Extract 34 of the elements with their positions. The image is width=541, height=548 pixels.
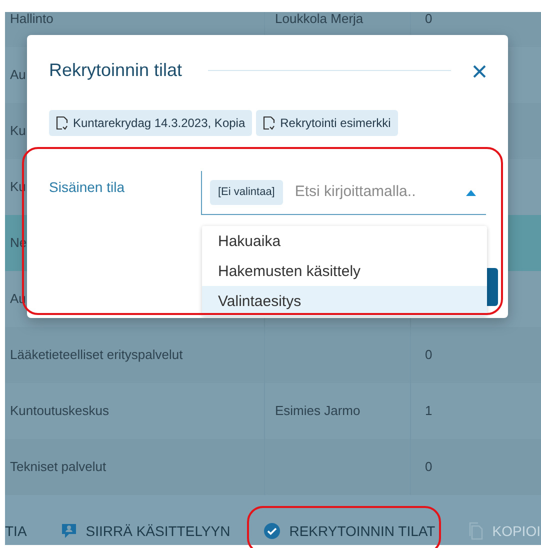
table-cell-text: Ku [10, 122, 26, 140]
tag-chip: Rekrytointi esimerkki [256, 110, 398, 136]
table-cell: Loukkola Merja [275, 12, 364, 26]
table-cell: Hallinto [10, 12, 54, 26]
copy-icon [468, 522, 484, 540]
table-cell-text: Esimies Jarmo [275, 402, 360, 420]
table-cell-text: 0 [425, 346, 432, 364]
toolbar-button[interactable]: TIA [5, 520, 27, 542]
dropdown-option[interactable]: Valintaesitys [202, 286, 487, 316]
table-row[interactable]: Tekniset palvelut 0 [5, 439, 541, 495]
table-cell-text: Tekniset palvelut [10, 458, 106, 476]
table-cell-text: 0 [425, 458, 432, 476]
dropdown-option[interactable]: Hakemusten käsittely [202, 256, 487, 286]
table-cell-text: 1 [425, 402, 432, 420]
table-cell: 0 [425, 12, 432, 26]
document-icon [56, 116, 69, 130]
table-cell-text: Kuntoutuskeskus [10, 402, 110, 420]
toolbar-button[interactable]: SIIRRÄ KÄSITTELYYN [60, 520, 230, 542]
tag-chip: Kuntarekrydag 14.3.2023, Kopia [49, 110, 252, 136]
toolbar-button[interactable]: REKRYTOINNIN TILAT [263, 520, 436, 542]
table-cell-text: Lääketieteelliset erityspalvelut [10, 346, 183, 364]
table-row[interactable]: Kuntoutuskeskus Esimies Jarmo 1 [5, 383, 541, 439]
table-row[interactable]: Lääketieteelliset erityspalvelut 0 [5, 327, 541, 383]
dialog-title: Rekrytoinnin tilat [49, 58, 182, 82]
caret-icon[interactable] [466, 190, 476, 196]
search-field[interactable]: Etsi kirjoittamalla.. [294, 181, 454, 204]
dropdown-option[interactable]: Hakuaika [202, 226, 487, 256]
chat-person-icon [60, 522, 78, 540]
document-icon [263, 116, 276, 130]
table-cell-text: Au [10, 66, 26, 84]
check-circle-icon [263, 522, 282, 540]
selected-chip: [Ei valintaa] [210, 180, 283, 205]
field-label: Sisäinen tila [49, 178, 126, 197]
close-icon [473, 64, 486, 78]
